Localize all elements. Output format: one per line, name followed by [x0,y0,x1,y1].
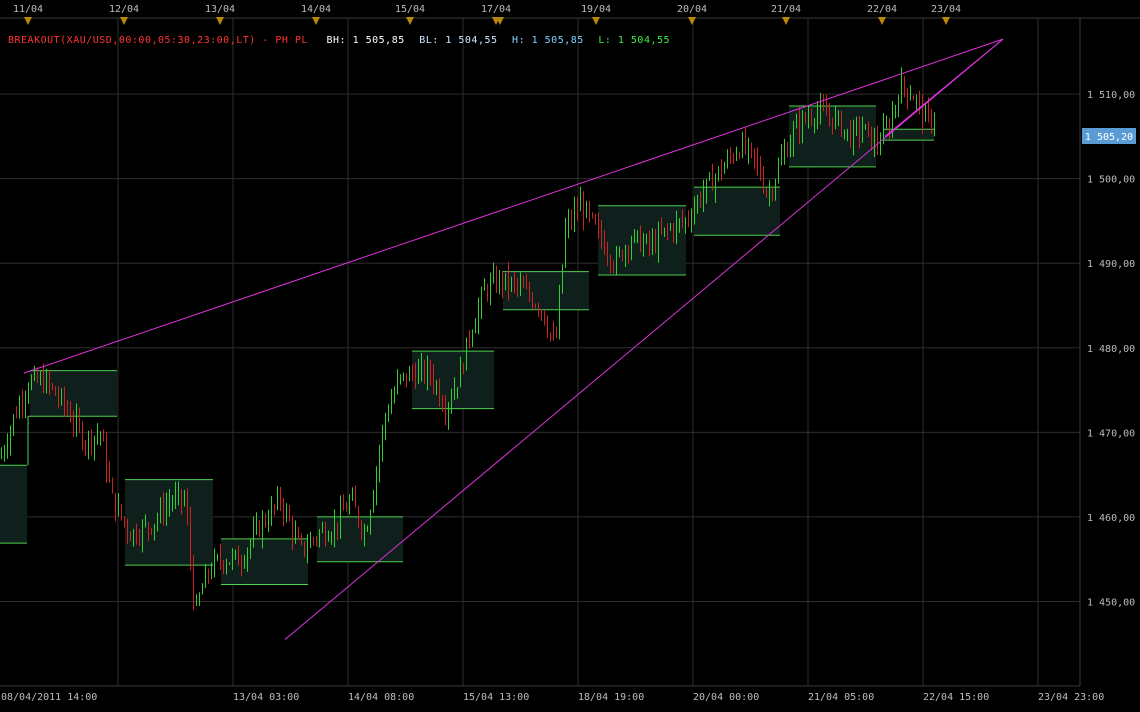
candlestick-chart[interactable]: 11/04 12/04 13/04 14/04 15/04 17/04 19/04 20/04… [0,0,1140,708]
price-badge-label: 1 505,20 [1085,132,1133,143]
day-label: 22/04 [867,4,897,15]
time-tick-label: 21/04 05:00 [808,692,874,703]
breakout-high-readout: BH: 1 505,85 [326,35,404,46]
breakout-box [317,516,403,562]
breakout-box [598,205,686,276]
time-tick-label: 20/04 00:00 [693,692,759,703]
time-tick-label: 13/04 03:00 [233,692,299,703]
time-tick-label: 18/04 19:00 [578,692,644,703]
low-readout: L: 1 504,55 [598,35,670,46]
day-label: 19/04 [581,4,611,15]
price-tick-label: 1 450,00 [1087,597,1135,608]
time-tick-label: 15/04 13:00 [463,692,529,703]
breakout-box [503,271,589,310]
day-label: 11/04 [13,4,43,15]
time-tick-label: 08/04/2011 14:00 [1,692,97,703]
breakout-low-readout: BL: 1 504,55 [419,35,497,46]
svg-text:BREAKOUT(XAU/USD,00:00,05:30,2: BREAKOUT(XAU/USD,00:00,05:30,23:00,LT) -… [8,35,670,46]
day-label: 14/04 [301,4,331,15]
day-label: 17/04 [481,4,511,15]
indicator-name: BREAKOUT(XAU/USD,00:00,05:30,23:00,LT) -… [8,35,308,46]
indicator-header: BREAKOUT(XAU/USD,00:00,05:30,23:00,LT) -… [8,35,670,46]
day-label: 23/04 [931,4,961,15]
time-tick-label: 14/04 08:00 [348,692,414,703]
day-label: 20/04 [677,4,707,15]
day-label: 21/04 [771,4,801,15]
day-label: 12/04 [109,4,139,15]
breakout-box [221,538,308,585]
day-label: 15/04 [395,4,425,15]
price-tick-label: 1 510,00 [1087,90,1135,101]
high-readout: H: 1 505,85 [512,35,584,46]
price-tick-label: 1 500,00 [1087,175,1135,186]
time-tick-label: 23/04 23:00 [1038,692,1104,703]
day-label: 13/04 [205,4,235,15]
price-tick-label: 1 480,00 [1087,344,1135,355]
breakout-box [0,465,27,544]
time-tick-label: 22/04 15:00 [923,692,989,703]
price-tick-label: 1 460,00 [1087,513,1135,524]
price-tick-label: 1 470,00 [1087,428,1135,439]
price-tick-label: 1 490,00 [1087,259,1135,270]
chart-window: 11/04 12/04 13/04 14/04 15/04 17/04 19/04 20/04… [0,0,1140,708]
current-price-badge: 1 505,20 [1082,128,1136,144]
